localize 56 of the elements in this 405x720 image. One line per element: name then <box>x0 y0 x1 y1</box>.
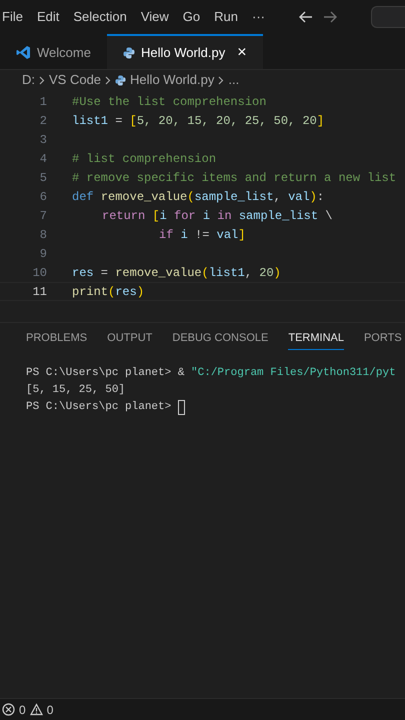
error-icon[interactable] <box>2 703 15 716</box>
menu-item[interactable]: Selection <box>73 7 127 27</box>
code-line: if i != val] <box>159 226 246 244</box>
line-number: 11 <box>32 284 47 300</box>
code-line: res = remove_value(list1, 20) <box>72 264 281 282</box>
panel-tab[interactable]: TERMINAL <box>288 330 344 350</box>
terminal-line: PS C:\Users\pc planet> <box>26 400 172 415</box>
line-number: 10 <box>32 264 47 282</box>
code-line: # remove specific items and return a new list <box>72 170 396 186</box>
breadcrumb-item[interactable]: D: <box>22 70 35 90</box>
error-count[interactable]: 0 <box>19 700 26 718</box>
panel-tab[interactable]: DEBUG CONSOLE <box>172 330 268 350</box>
close-button[interactable]: × <box>237 40 247 64</box>
code-line: def remove_value(sample_list, val): <box>72 188 324 206</box>
breadcrumb-item[interactable]: ... <box>228 70 240 90</box>
panel-tab[interactable]: PROBLEMS <box>26 330 88 350</box>
line-number: 2 <box>38 112 47 130</box>
python-file-icon <box>122 46 135 58</box>
terminal-line: PS C:\Users\pc planet> & "C:/Program Files/Python311/pyt <box>26 366 396 381</box>
code-line: print(res) <box>72 284 144 300</box>
line-number: 7 <box>38 208 47 224</box>
chevron-icon <box>218 76 224 84</box>
code-line: list1 = [5, 20, 15, 20, 25, 50, 20] <box>72 112 324 130</box>
panel-tab[interactable]: OUTPUT <box>107 330 152 350</box>
panel-tab[interactable]: PORTS <box>364 330 402 350</box>
menu-item[interactable]: Go <box>182 7 200 27</box>
code-line: return [i for i in sample_list \ <box>102 208 332 224</box>
terminal-cursor <box>178 400 185 415</box>
breadcrumb-item[interactable]: Hello World.py <box>130 70 214 90</box>
editor-tab[interactable]: Hello World.py × <box>106 34 263 69</box>
code-line: #Use the list comprehension <box>72 94 266 110</box>
line-number: 4 <box>38 150 47 168</box>
menu-item[interactable]: Edit <box>36 7 60 27</box>
warning-icon[interactable] <box>30 703 43 716</box>
line-number: 1 <box>38 94 47 110</box>
vscode-icon <box>16 45 31 60</box>
menu-item[interactable]: View <box>140 7 169 27</box>
chevron-icon <box>105 76 112 84</box>
python-file-icon <box>115 74 126 86</box>
code-line: # list comprehension <box>72 150 216 168</box>
line-number: 3 <box>38 132 47 148</box>
menu-item[interactable]: Run <box>214 7 238 27</box>
editor-tab[interactable]: Welcome <box>0 34 107 69</box>
breadcrumb-item[interactable]: VS Code <box>49 70 102 90</box>
menu-item[interactable]: ··· <box>252 7 265 27</box>
menu-item[interactable]: File <box>2 7 23 27</box>
warning-count[interactable]: 0 <box>46 700 54 718</box>
search-field[interactable] <box>371 6 405 28</box>
chevron-icon <box>39 76 45 84</box>
line-number: 9 <box>38 246 47 262</box>
back-arrow-icon[interactable] <box>299 11 313 23</box>
line-number: 8 <box>38 226 47 244</box>
line-number: 5 <box>38 170 47 186</box>
line-number: 6 <box>38 188 47 206</box>
terminal-line: [5, 15, 25, 50] <box>26 383 126 398</box>
forward-arrow-icon[interactable] <box>323 11 337 23</box>
